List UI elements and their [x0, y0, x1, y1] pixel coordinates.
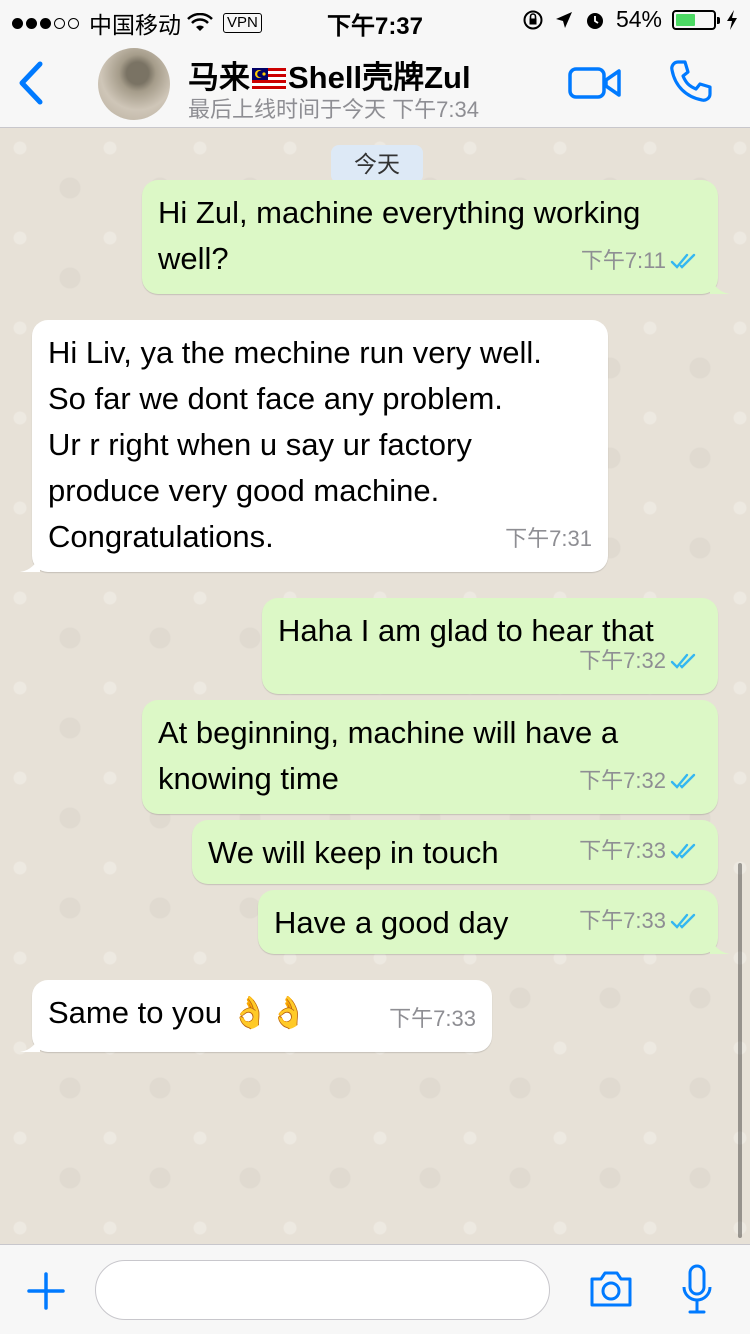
camera-icon[interactable] — [588, 1269, 634, 1309]
message-meta: 下午7:32 — [579, 638, 702, 684]
phone-icon[interactable] — [668, 58, 714, 104]
message-meta: 下午7:11 — [581, 238, 702, 284]
rotation-lock-icon — [523, 10, 543, 29]
message-outgoing[interactable]: Hi Zul, machine everything working well?… — [142, 180, 730, 294]
video-call-icon[interactable] — [568, 65, 622, 101]
date-chip: 今天 — [331, 145, 423, 183]
message-meta: 下午7:33 — [389, 996, 476, 1042]
charging-icon — [727, 9, 737, 30]
alarm-icon — [586, 12, 603, 29]
double-check-icon — [670, 913, 696, 929]
scroll-indicator[interactable] — [738, 863, 742, 1238]
contact-name-suffix: Shell壳牌Zul — [288, 60, 471, 95]
message-time: 下午7:31 — [505, 526, 592, 551]
contact-avatar[interactable] — [98, 48, 170, 120]
message-incoming[interactable]: Hi Liv, ya the mechine run very well. So… — [20, 320, 608, 572]
location-icon — [555, 11, 572, 28]
chat-header: 马来 Shell壳牌Zul 最后上线时间于今天 下午7:34 — [0, 40, 750, 128]
message-meta: 下午7:33 — [579, 898, 702, 944]
message-input[interactable] — [95, 1260, 550, 1320]
message-outgoing[interactable]: At beginning, machine will have a knowin… — [142, 700, 718, 814]
message-time: 下午7:32 — [579, 648, 666, 673]
message-meta: 下午7:32 — [579, 758, 702, 804]
malaysia-flag-icon — [252, 68, 286, 90]
bubble-tail — [20, 1032, 40, 1052]
battery-icon — [672, 9, 720, 30]
message-time: 下午7:33 — [579, 908, 666, 933]
battery-percent: 54% — [615, 6, 662, 32]
message-time: 下午7:11 — [580, 248, 666, 273]
plus-icon[interactable] — [26, 1271, 66, 1311]
bubble-tail — [20, 552, 40, 572]
status-right: 54% — [522, 6, 738, 33]
bubble-tail — [710, 274, 730, 294]
message-time: 下午7:33 — [389, 1006, 476, 1031]
bubble-tail — [710, 934, 730, 954]
double-check-icon — [670, 653, 696, 669]
message-meta: 下午7:33 — [579, 828, 702, 874]
message-input-bar — [0, 1244, 750, 1334]
contact-name[interactable]: 马来 Shell壳牌Zul — [188, 52, 471, 97]
double-check-icon — [670, 253, 696, 269]
back-chevron-icon[interactable] — [14, 58, 50, 108]
contact-name-prefix: 马来 — [188, 60, 250, 95]
message-outgoing[interactable]: Have a good day 下午7:33 — [258, 890, 730, 954]
message-outgoing[interactable]: We will keep in touch 下午7:33 — [192, 820, 718, 884]
last-seen-status: 最后上线时间于今天 下午7:34 — [188, 97, 479, 122]
status-bar: 中国移动 VPN 下午7:37 54% — [0, 0, 750, 40]
message-meta: 下午7:31 — [505, 516, 592, 562]
double-check-icon — [670, 773, 696, 789]
message-time: 下午7:32 — [579, 768, 666, 793]
microphone-icon[interactable] — [680, 1263, 714, 1317]
message-time: 下午7:33 — [579, 838, 666, 863]
message-outgoing[interactable]: Haha I am glad to hear that 下午7:32 — [262, 598, 718, 694]
double-check-icon — [670, 843, 696, 859]
chat-area[interactable]: 今天 Hi Zul, machine everything working we… — [0, 128, 750, 1244]
message-incoming[interactable]: Same to you 👌👌 下午7:33 — [20, 980, 492, 1052]
